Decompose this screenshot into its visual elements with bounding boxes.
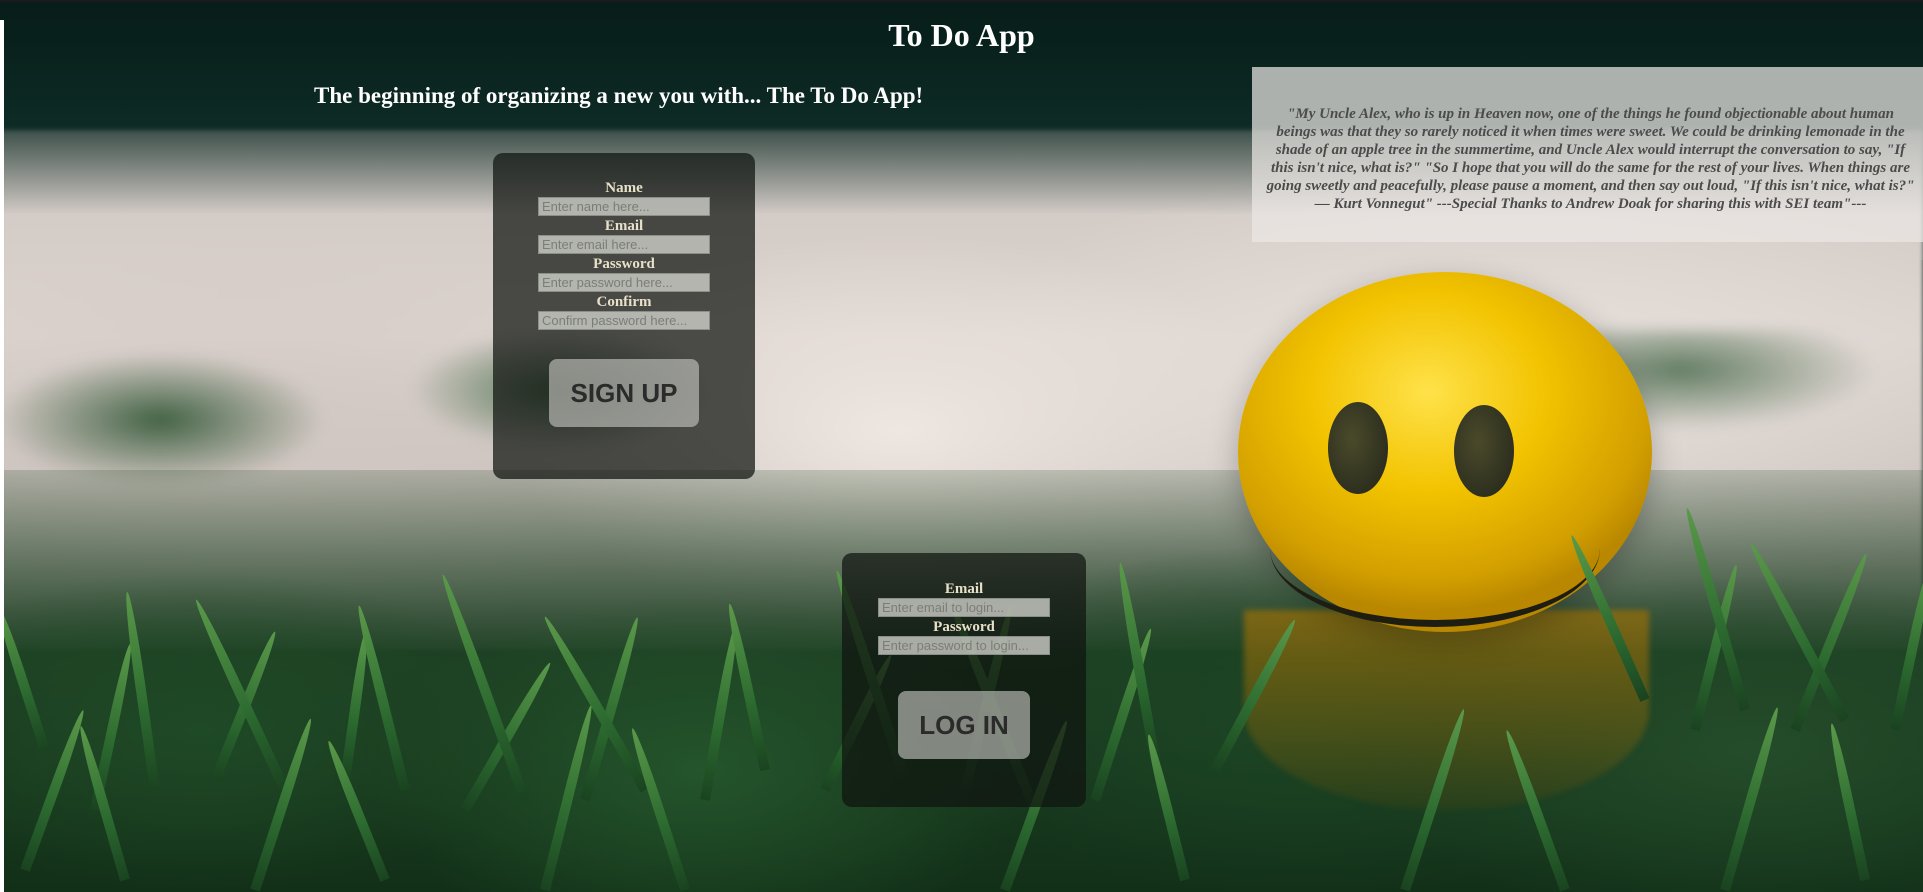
tagline: The beginning of organizing a new you wi… [314,83,924,108]
signup-email-input[interactable] [538,235,710,254]
signup-name-input[interactable] [538,197,710,216]
page: To Do App The beginning of organizing a … [0,0,1923,892]
signup-email-label: Email [604,218,644,234]
signup-button[interactable]: SIGN UP [549,359,699,427]
signup-confirm-input[interactable] [538,311,710,330]
quote-text: "My Uncle Alex, who is up in Heaven now,… [1266,106,1915,212]
login-button[interactable]: LOG IN [898,691,1030,759]
login-form: Email Password LOG IN [842,553,1086,807]
window-left-edge [0,20,4,892]
login-email-label: Email [944,581,984,597]
login-password-input[interactable] [878,636,1050,655]
login-password-label: Password [933,619,995,635]
quote-box: "My Uncle Alex, who is up in Heaven now,… [1252,67,1923,242]
window-top-edge [0,0,1923,2]
signup-name-label: Name [605,180,643,196]
login-email-input[interactable] [878,598,1050,617]
smiley-ball-reflection [1244,610,1649,810]
app-title: To Do App [888,17,1035,53]
signup-form: Name Email Password Confirm SIGN UP [493,153,755,479]
signup-password-label: Password [593,256,655,272]
signup-password-input[interactable] [538,273,710,292]
smiley-mouth [1270,470,1600,627]
signup-confirm-label: Confirm [596,294,652,310]
